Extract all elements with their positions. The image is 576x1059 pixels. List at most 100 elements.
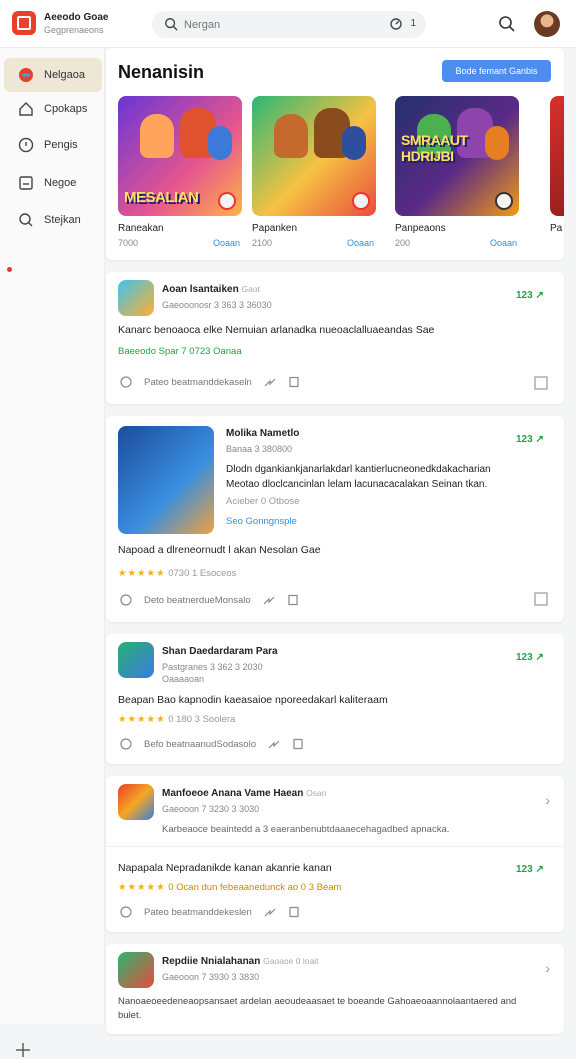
sidebar-item-search[interactable]: Stejkan [4,203,102,237]
bookmark-icon[interactable] [292,738,304,750]
post-link[interactable]: Seo Gonngnsple [226,516,297,527]
info-icon[interactable] [120,594,132,606]
post-action-text: Befo beatnaanudSodasolo [144,738,256,750]
post-actions: Pateo beatmanddekeslen [120,906,300,918]
feed-post[interactable]: Repdiie Nnialahanan Gaoaoe 0 loait Gaeoo… [106,944,564,1034]
sidebar-item-label: Negoe [44,177,77,189]
post-rating: Acieber 0 Otbose [226,496,300,507]
sidebar-item-explore[interactable]: Pengis [4,128,102,162]
share-icon[interactable] [264,906,276,918]
game-action[interactable]: Ooaan [347,238,374,248]
post-action-text: Pateo beatmanddekaseln [144,376,252,388]
feed-post[interactable]: Aoan lsantaiken Gaot Gaeooonosr 3 363 3 … [106,272,564,404]
game-meta: 2100 [252,238,273,248]
feed-post[interactable]: Molika Nametlo Banaa 3 380800 123 ↗ Dlod… [106,416,564,622]
sidebar: Nelgaoa Cpokaps Pengis Negoe Stejkan [0,48,105,1057]
bookmark-icon[interactable] [288,376,300,388]
post-author: Manfoeoe Anana Vame Haean Osan [162,788,327,799]
game-name: Pa [550,223,563,234]
post-author: Repdiie Nnialahanan Gaoaoe 0 loait [162,956,319,967]
expand-icon[interactable] [534,592,548,606]
feed-post[interactable]: Shan Daedardaram Para Pastgranes 3 362 3… [106,634,564,764]
share-icon[interactable] [268,738,280,750]
post-desc: Nanoaeoeedeneaopsansaet ardelan aeoudeaa… [118,996,517,1007]
gamepad-icon [19,68,33,82]
game-badge-icon [495,192,513,210]
game-action[interactable]: Ooaan [213,238,240,248]
sidebar-item-label: Pengis [44,139,78,151]
post-score: 123 ↗ [516,434,544,445]
game-icon [118,642,154,678]
game-thumbnail: SMRAAUT HDRIJBI [395,96,519,216]
game-card[interactable]: Pa [550,96,564,234]
post-meta: Banaa 3 380800 [226,444,293,454]
post-desc: Karbeaoce beaintedd a 3 eaeranbenubtdaaa… [162,824,450,835]
heart-icon[interactable] [120,738,132,750]
post-meta: Gaeooon 7 3930 3 3830 [162,972,260,982]
post-author: Shan Daedardaram Para [162,646,278,657]
filter-icon[interactable] [390,18,402,30]
home-icon [19,102,33,116]
post-action-text: Pateo beatmanddekeslen [144,906,252,918]
post-score: 123 ↗ [516,290,544,301]
feed-post[interactable]: Manfoeoe Anana Vame Haean Osan Gaeooon 7… [106,776,564,932]
sidebar-item-inbox[interactable]: Negoe [4,166,102,200]
heart-icon[interactable] [120,906,132,918]
game-caption: MESALIAN [124,189,199,206]
sidebar-item-label: Cpokaps [44,103,88,115]
featured-action-button[interactable]: Bode femant Ganbis [442,60,551,82]
game-action[interactable]: Ooaan [490,238,517,248]
post-score: 123 ↗ [516,864,544,875]
share-icon[interactable] [264,376,276,388]
top-bar: Aeeodo Goae Gegprenaeons 1 [0,0,576,48]
post-rating: Baeeodo Spar 7 0723 Oanaa [118,346,242,357]
info-icon[interactable] [120,376,132,388]
search-input[interactable] [184,16,364,33]
search-icon [165,18,178,31]
game-badge-icon [218,192,236,210]
post-desc: bulet. [118,1010,142,1021]
app-subtitle: Gegprenaeons [44,25,104,35]
post-rating: ★★★★★ 0 180 3 Soolera [118,714,236,725]
post-actions: Befo beatnaanudSodasolo [120,738,304,750]
add-icon[interactable] [14,1041,32,1059]
game-thumbnail [550,96,564,216]
game-badge-icon [352,192,370,210]
app-logo-icon[interactable] [12,11,36,35]
sidebar-item-label: Stejkan [44,214,81,226]
post-rating: ★★★★★ 0 Ocan dun febeaanedunck ao 0 3 Be… [118,882,342,893]
chevron-right-icon[interactable]: › [545,960,550,976]
featured-section: Nenanisin Bode femant Ganbis MESALIAN Ra… [106,48,564,260]
user-avatar[interactable] [534,11,560,37]
game-icon [118,784,154,820]
bookmark-icon[interactable] [287,594,299,606]
game-name: Raneakan [118,223,164,234]
sidebar-item-label: Nelgaoa [44,69,85,81]
post-desc: Dlodn dgankiankjanarlakdarl kantierlucne… [226,464,491,475]
post-action-text: Deto beatnerdueMonsalo [144,594,251,606]
sidebar-item-games[interactable]: Nelgaoa [4,58,102,92]
bookmark-icon[interactable] [288,906,300,918]
top-search-icon[interactable] [498,15,516,33]
post-author: Molika Nametlo [226,428,300,439]
game-caption: SMRAAUT HDRIJBI [401,132,468,164]
main-content: Nenanisin Bode femant Ganbis MESALIAN Ra… [106,48,576,1034]
post-actions: Deto beatnerdueMonsalo [120,594,299,606]
game-thumbnail [252,96,376,216]
game-name: Panpeaons [395,223,446,234]
share-icon[interactable] [263,594,275,606]
expand-icon[interactable] [534,376,548,390]
post-author: Aoan lsantaiken Gaot [162,284,260,295]
game-icon [118,280,154,316]
chevron-right-icon[interactable]: › [545,792,550,808]
game-card[interactable]: SMRAAUT HDRIJBI Panpeaons 200 Ooaan [395,96,519,248]
notification-dot [7,267,12,272]
sidebar-item-home[interactable]: Cpokaps [4,92,102,126]
post-desc: Meotao dloclcancinlan lelam lacunacacala… [226,479,488,490]
game-card[interactable]: MESALIAN Raneakan 7000 Ooaan [118,96,242,248]
post-body: Beapan Bao kapnodin kaeasaioe nporeedaka… [118,694,388,706]
game-card[interactable]: Papanken 2100 Ooaan [252,96,376,248]
app-name: Aeeodo Goae [44,12,109,23]
search-bar[interactable]: 1 [152,11,426,38]
search-icon [19,213,33,227]
